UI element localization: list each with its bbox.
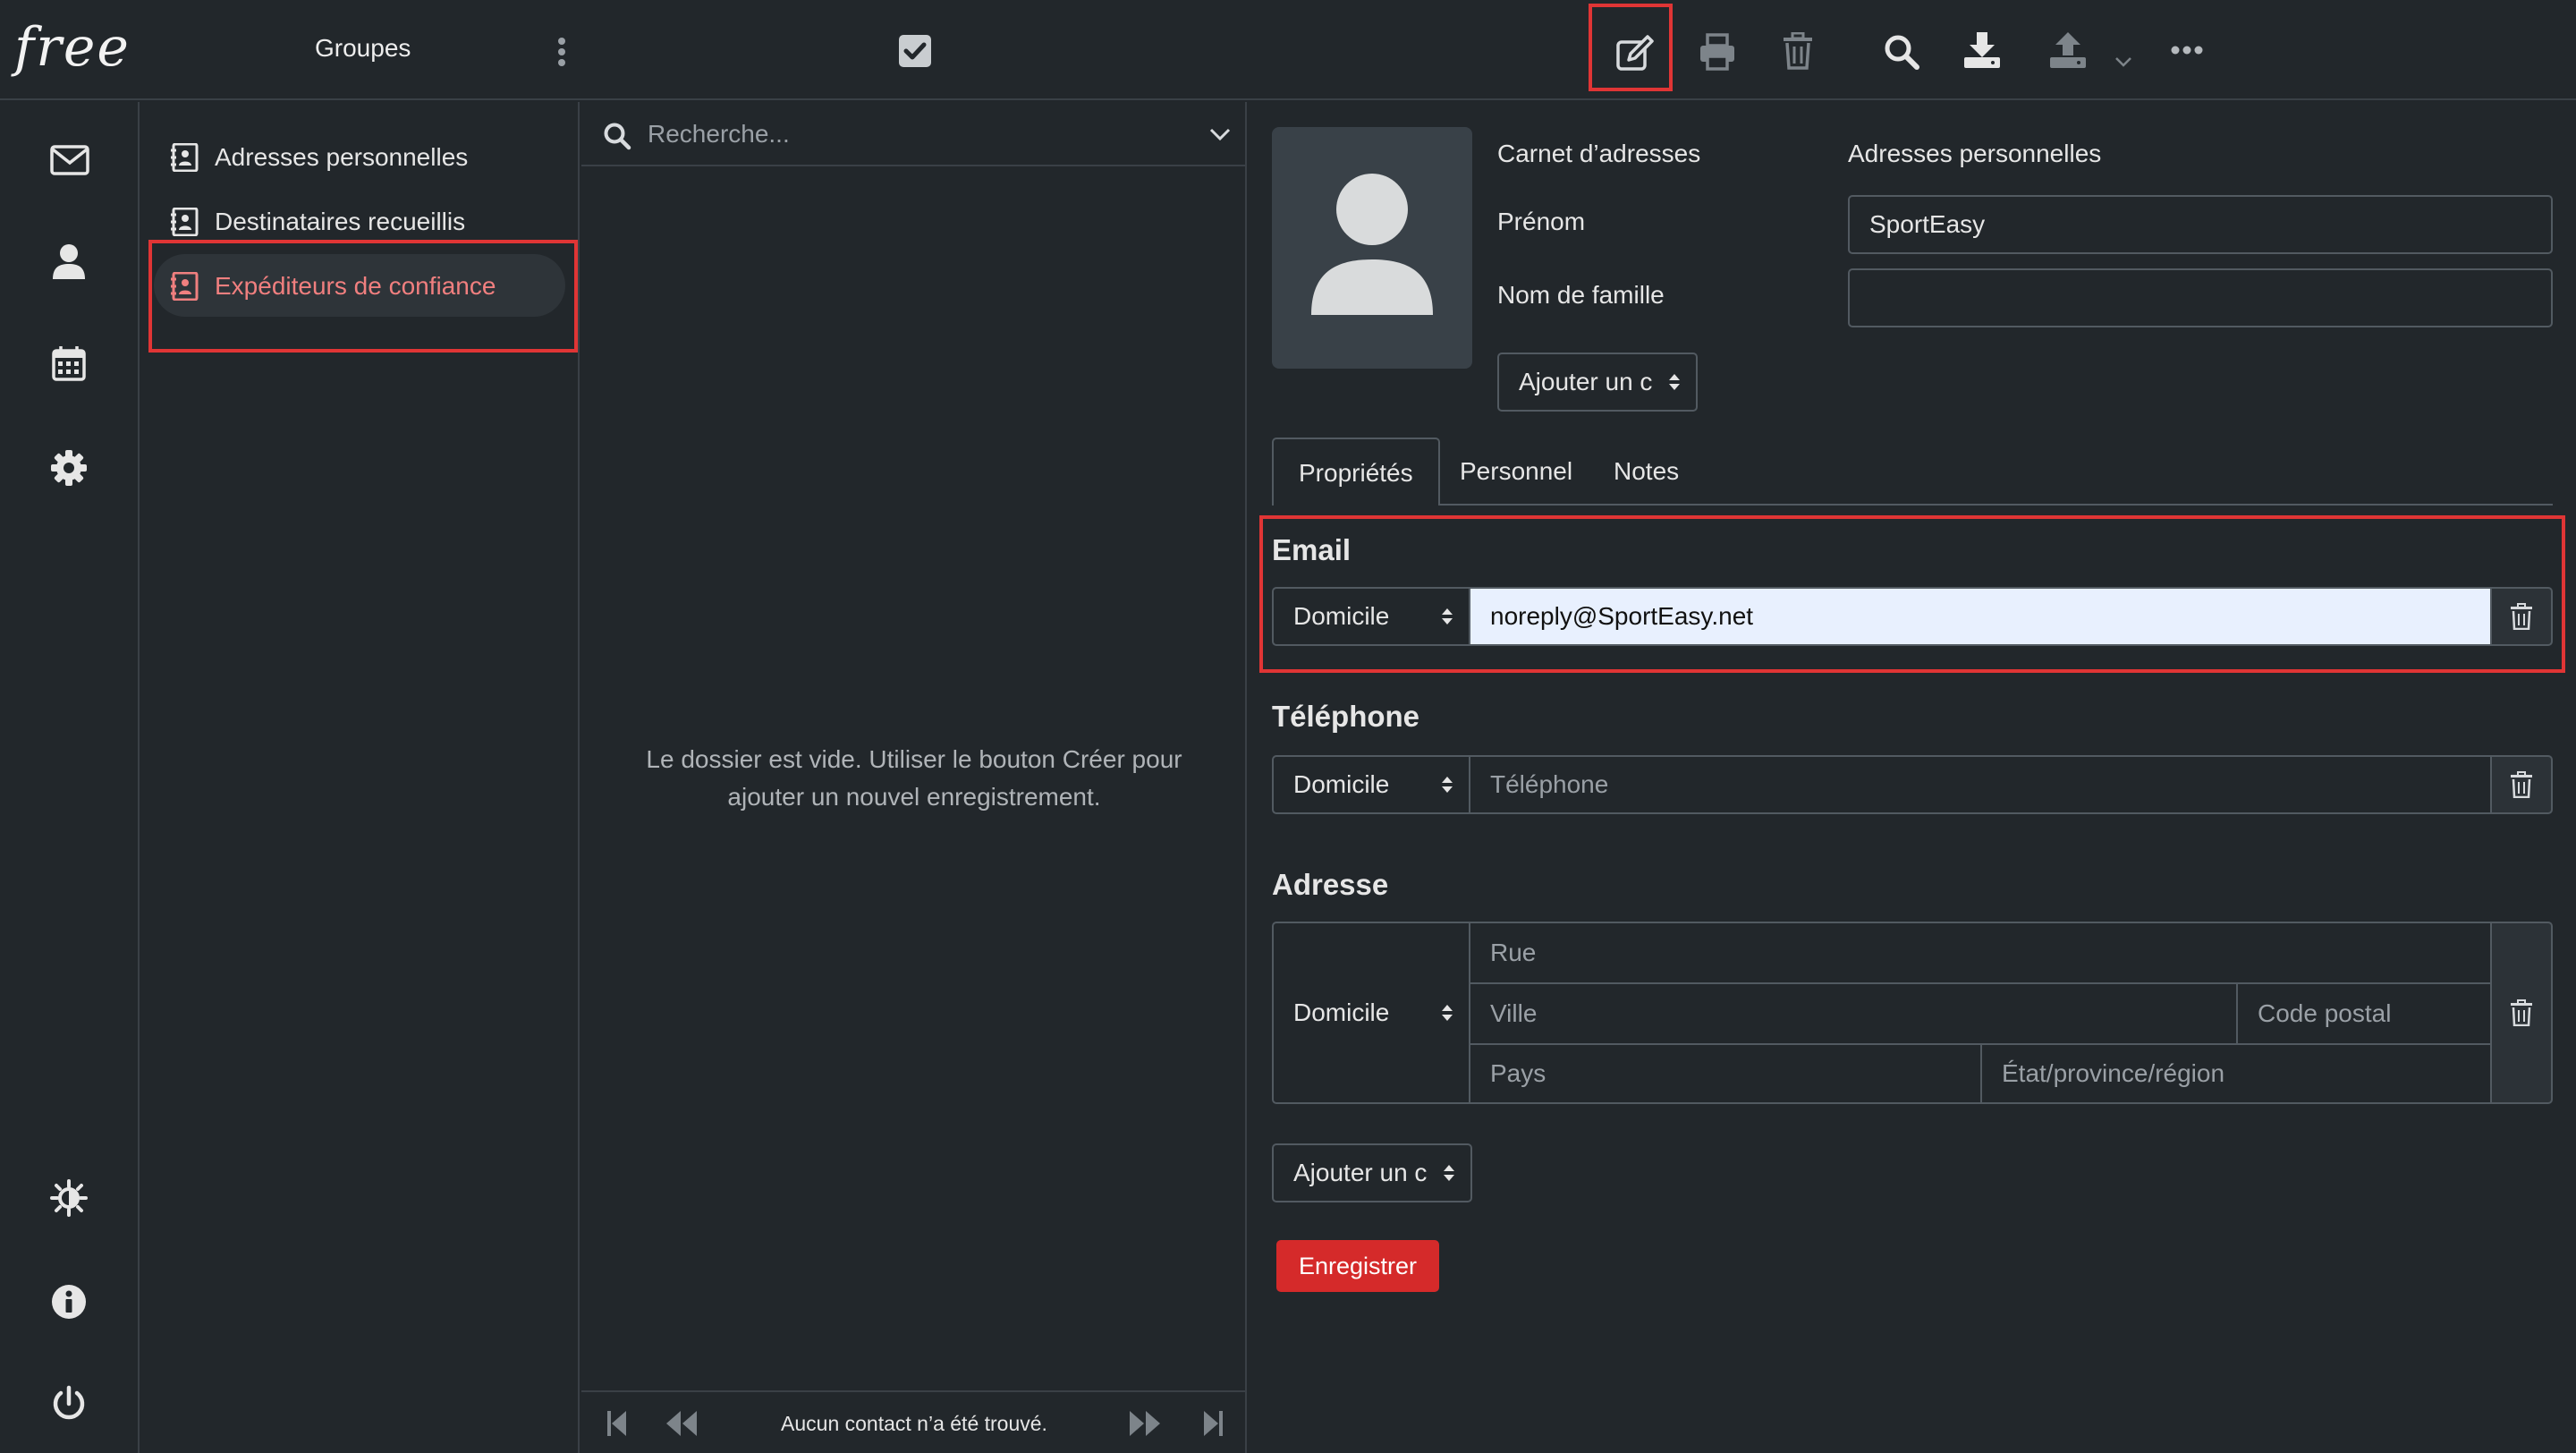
folder-label: Adresses personnelles	[215, 143, 469, 171]
save-button[interactable]: Enregistrer	[1276, 1240, 1439, 1292]
logout-power-icon[interactable]	[50, 1385, 88, 1423]
select-caret-icon	[1440, 606, 1454, 627]
addressbook-icon	[170, 143, 199, 172]
search-icon	[603, 122, 631, 150]
firstname-label: Prénom	[1497, 208, 1586, 235]
empty-folder-message: Le dossier est vide. Utiliser le bouton …	[646, 745, 1182, 811]
lastname-input[interactable]	[1848, 268, 2553, 327]
add-field-select-bottom[interactable]: Ajouter un c	[1272, 1143, 1472, 1202]
email-section-title: Email	[1272, 533, 1352, 566]
contact-photo[interactable]	[1272, 127, 1472, 369]
phone-type-value: Domicile	[1293, 770, 1390, 798]
import-icon[interactable]	[1962, 30, 2002, 70]
email-type-value: Domicile	[1293, 602, 1390, 630]
chevron-down-icon[interactable]	[1209, 127, 1231, 141]
email-delete-button[interactable]	[2490, 587, 2553, 646]
last-page-icon[interactable]	[1202, 1410, 1224, 1437]
tab-label: Personnel	[1460, 457, 1573, 485]
free-logo[interactable]: free	[14, 16, 131, 79]
add-field-label: Ajouter un c	[1293, 1159, 1428, 1186]
address-type-select[interactable]: Domicile	[1272, 922, 1470, 1104]
groups-label: Groupes	[315, 34, 411, 62]
tab-properties[interactable]: Propriétés	[1272, 438, 1440, 506]
tab-label: Propriétés	[1299, 459, 1413, 487]
select-caret-icon	[1442, 1162, 1456, 1184]
list-pagination-footer: Aucun contact n’a été trouvé.	[581, 1390, 1247, 1453]
contact-list: Le dossier est vide. Utiliser le bouton …	[581, 102, 1247, 1453]
country-input[interactable]	[1469, 1043, 1982, 1104]
folder-label: Expéditeurs de confiance	[215, 272, 496, 300]
phone-type-select[interactable]: Domicile	[1272, 755, 1470, 814]
address-type-value: Domicile	[1293, 998, 1390, 1026]
search-icon[interactable]	[1884, 34, 1919, 70]
export-icon[interactable]	[2048, 30, 2088, 70]
contacts-icon[interactable]	[52, 243, 86, 279]
chevron-down-icon[interactable]	[2114, 55, 2132, 68]
search-bar	[581, 102, 1247, 166]
select-caret-icon	[1440, 1002, 1454, 1024]
folder-label: Destinataires recueillis	[215, 208, 466, 235]
search-input[interactable]	[648, 115, 1148, 154]
addressbook-value: Adresses personnelles	[1848, 140, 2102, 167]
kebab-menu-icon[interactable]	[549, 36, 574, 68]
no-contact-found-message: Aucun contact n’a été trouvé.	[781, 1412, 1047, 1435]
phone-input[interactable]	[1469, 755, 2492, 814]
edit-icon[interactable]	[1615, 34, 1655, 72]
trash-icon	[2509, 771, 2534, 798]
side-rail	[0, 102, 140, 1453]
print-icon[interactable]	[1698, 32, 1737, 72]
address-delete-button[interactable]	[2490, 922, 2553, 1104]
more-options-icon[interactable]	[2170, 45, 2204, 55]
select-all-checkbox-icon[interactable]	[898, 34, 932, 68]
region-input[interactable]	[1980, 1043, 2492, 1104]
select-caret-icon	[1667, 371, 1682, 393]
folder-personal-addresses[interactable]: Adresses personnelles	[154, 125, 565, 188]
top-header: free Groupes	[0, 0, 2576, 100]
tab-personal[interactable]: Personnel	[1440, 438, 1597, 506]
phone-section-title: Téléphone	[1272, 700, 1420, 733]
contact-form: Carnet d’adresses Adresses personnelles …	[1247, 102, 2576, 1453]
addressbook-label: Carnet d’adresses	[1497, 140, 1701, 167]
street-input[interactable]	[1469, 922, 2492, 984]
tab-notes[interactable]: Notes	[1597, 438, 1719, 506]
add-field-select[interactable]: Ajouter un c	[1497, 353, 1698, 412]
settings-gear-icon[interactable]	[50, 449, 88, 487]
tab-label: Notes	[1614, 457, 1680, 485]
calendar-icon[interactable]	[52, 345, 86, 381]
folder-collected-recipients[interactable]: Destinataires recueillis	[154, 190, 565, 252]
avatar-placeholder-icon	[1308, 172, 1436, 320]
first-page-icon[interactable]	[606, 1410, 628, 1437]
select-caret-icon	[1440, 774, 1454, 795]
info-icon[interactable]	[50, 1283, 88, 1321]
firstname-input[interactable]	[1848, 195, 2553, 254]
delete-icon[interactable]	[1782, 32, 1814, 70]
addressbook-icon	[170, 272, 199, 301]
add-field-label: Ajouter un c	[1519, 368, 1653, 395]
trash-icon	[2509, 999, 2534, 1026]
mail-icon[interactable]	[50, 145, 89, 175]
trash-icon	[2509, 603, 2534, 630]
city-input[interactable]	[1469, 982, 2238, 1045]
zip-input[interactable]	[2236, 982, 2492, 1045]
address-section-title: Adresse	[1272, 868, 1389, 901]
email-input[interactable]	[1469, 587, 2492, 646]
addressbook-icon	[170, 208, 199, 236]
lastname-label: Nom de famille	[1497, 281, 1665, 309]
phone-delete-button[interactable]	[2490, 755, 2553, 814]
addressbook-list: Adresses personnelles Destinataires recu…	[141, 102, 580, 1453]
theme-toggle-icon[interactable]	[50, 1179, 88, 1217]
next-page-icon[interactable]	[1129, 1410, 1161, 1437]
email-type-select[interactable]: Domicile	[1272, 587, 1470, 646]
folder-trusted-senders[interactable]: Expéditeurs de confiance	[154, 254, 565, 317]
